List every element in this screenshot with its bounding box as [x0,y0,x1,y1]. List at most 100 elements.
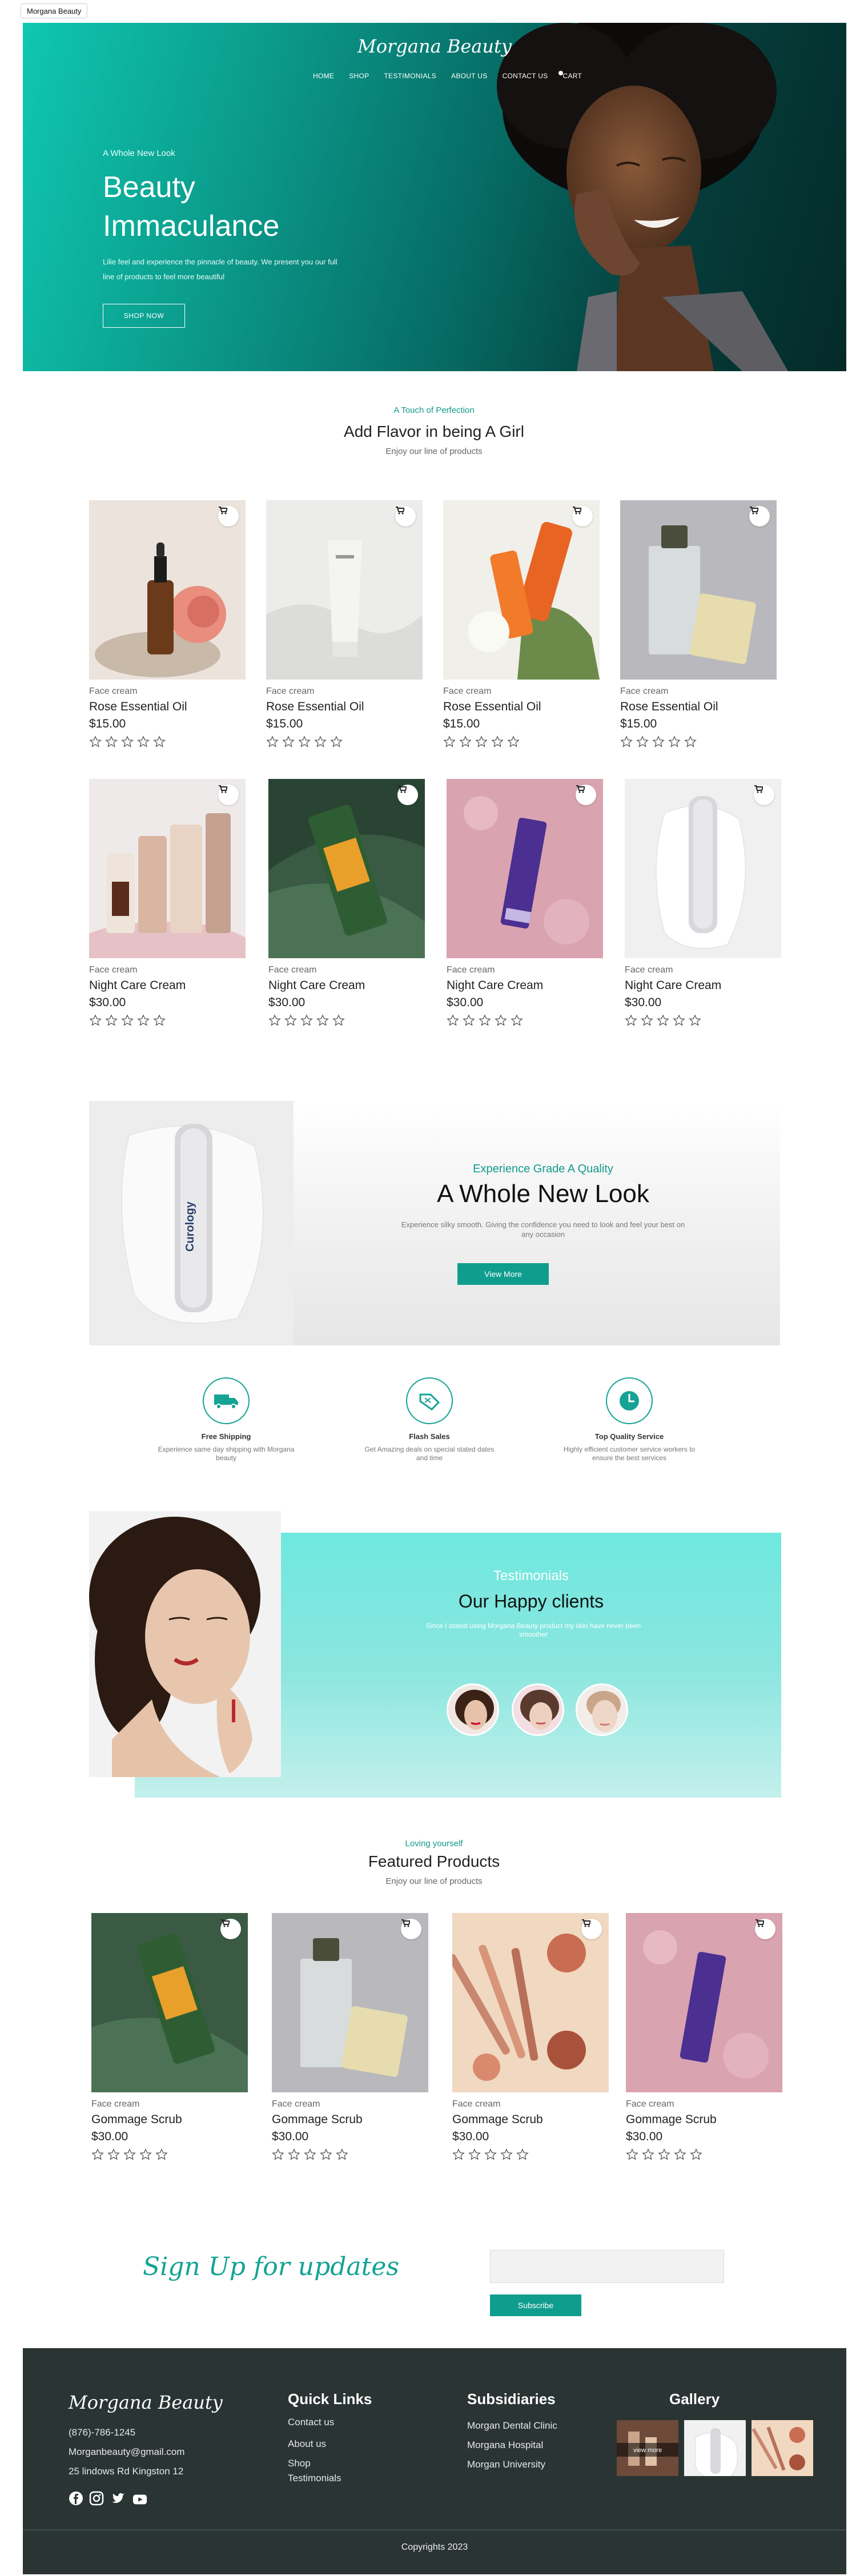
star-icon[interactable] [626,2148,638,2161]
star-icon[interactable] [89,736,102,748]
star-icon[interactable] [652,736,665,748]
product-name[interactable]: Night Care Cream [268,979,425,992]
product-card[interactable]: Face cream Rose Essential Oil $15.00 [266,500,423,748]
product-image[interactable] [443,500,600,680]
rating-stars[interactable] [452,2148,609,2161]
product-image[interactable] [272,1913,428,2092]
star-icon[interactable] [447,1014,459,1027]
star-icon[interactable] [105,1014,118,1027]
star-icon[interactable] [123,2148,136,2161]
featured-product-card[interactable]: Face cream Gommage Scrub $30.00 [91,1913,248,2161]
add-to-cart-button[interactable] [395,506,416,527]
product-image[interactable] [89,500,246,680]
star-icon[interactable] [495,1014,507,1027]
star-icon[interactable] [137,1014,150,1027]
star-icon[interactable] [673,1014,685,1027]
product-card[interactable]: Face cream Rose Essential Oil $15.00 [443,500,600,748]
product-image[interactable] [620,500,777,680]
product-name[interactable]: Gommage Scrub [91,2113,248,2127]
featured-product-card[interactable]: Face cream Gommage Scrub $30.00 [452,1913,609,2161]
add-to-cart-button[interactable] [754,785,774,805]
gallery-thumbnail[interactable]: view more [617,2420,678,2476]
star-icon[interactable] [475,736,488,748]
subscribe-button[interactable]: Subscribe [490,2294,581,2316]
nav-shop[interactable]: SHOP [349,72,369,80]
rating-stars[interactable] [89,736,246,748]
product-name[interactable]: Gommage Scrub [452,2113,609,2127]
rating-stars[interactable] [272,2148,428,2161]
add-to-cart-button[interactable] [749,506,770,527]
rating-stars[interactable] [625,1014,781,1027]
add-to-cart-button[interactable] [581,1919,602,1939]
youtube-icon[interactable] [132,2492,147,2507]
gallery-thumbnail[interactable] [684,2420,746,2476]
product-name[interactable]: Night Care Cream [89,979,246,992]
star-icon[interactable] [316,1014,329,1027]
nav-testimonials[interactable]: TESTIMONIALS [384,72,436,80]
shop-now-button[interactable]: SHOP NOW [103,304,185,328]
product-image[interactable] [89,779,246,958]
star-icon[interactable] [690,2148,702,2161]
star-icon[interactable] [491,736,504,748]
product-card[interactable]: Face cream Night Care Cream $30.00 [447,779,603,1027]
star-icon[interactable] [155,2148,168,2161]
product-name[interactable]: Night Care Cream [447,979,603,992]
star-icon[interactable] [684,736,697,748]
product-name[interactable]: Gommage Scrub [626,2113,782,2127]
star-icon[interactable] [658,2148,670,2161]
product-name[interactable]: Rose Essential Oil [620,700,777,714]
nav-cart[interactable]: CART [562,72,582,80]
star-icon[interactable] [516,2148,529,2161]
footer-subsidiary[interactable]: Morgana Hospital [467,2440,543,2451]
star-icon[interactable] [463,1014,475,1027]
add-to-cart-button[interactable] [218,785,239,805]
star-icon[interactable] [484,2148,497,2161]
star-icon[interactable] [452,2148,465,2161]
star-icon[interactable] [479,1014,491,1027]
facebook-icon[interactable] [69,2491,83,2506]
star-icon[interactable] [443,736,456,748]
star-icon[interactable] [657,1014,669,1027]
rating-stars[interactable] [447,1014,603,1027]
product-card[interactable]: Face cream Night Care Cream $30.00 [625,779,781,1027]
signup-email-input[interactable] [490,2250,724,2283]
star-icon[interactable] [89,1014,102,1027]
star-icon[interactable] [153,1014,166,1027]
add-to-cart-button[interactable] [755,1919,775,1939]
view-more-button[interactable]: View More [457,1263,549,1285]
nav-home[interactable]: HOME [313,72,334,80]
rating-stars[interactable] [620,736,777,748]
add-to-cart-button[interactable] [401,1919,421,1939]
star-icon[interactable] [282,736,295,748]
product-image[interactable] [626,1913,782,2092]
product-card[interactable]: Face cream Rose Essential Oil $15.00 [89,500,246,748]
footer-link-shop[interactable]: Shop [288,2458,311,2469]
star-icon[interactable] [507,736,520,748]
star-icon[interactable] [500,2148,513,2161]
add-to-cart-button[interactable] [218,506,239,527]
client-avatar[interactable] [512,1683,564,1736]
client-avatar[interactable] [447,1683,499,1736]
product-name[interactable]: Night Care Cream [625,979,781,992]
product-card[interactable]: Face cream Night Care Cream $30.00 [89,779,246,1027]
product-image[interactable] [91,1913,248,2092]
star-icon[interactable] [91,2148,104,2161]
star-icon[interactable] [674,2148,686,2161]
add-to-cart-button[interactable] [576,785,596,805]
twitter-icon[interactable] [111,2491,126,2506]
footer-link-testimonials[interactable]: Testimonials [288,2473,341,2484]
footer-email[interactable]: Morganbeauty@gmail.com [69,2446,184,2458]
footer-subsidiary[interactable]: Morgan Dental Clinic [467,2420,557,2432]
product-card[interactable]: Face cream Rose Essential Oil $15.00 [620,500,777,748]
star-icon[interactable] [625,1014,637,1027]
star-icon[interactable] [320,2148,332,2161]
star-icon[interactable] [288,2148,300,2161]
add-to-cart-button[interactable] [397,785,418,805]
product-card[interactable]: Face cream Night Care Cream $30.00 [268,779,425,1027]
client-avatar[interactable] [576,1683,628,1736]
star-icon[interactable] [137,736,150,748]
star-icon[interactable] [330,736,343,748]
star-icon[interactable] [332,1014,345,1027]
brand-logo[interactable]: Morgana Beauty [23,35,846,57]
star-icon[interactable] [641,1014,653,1027]
